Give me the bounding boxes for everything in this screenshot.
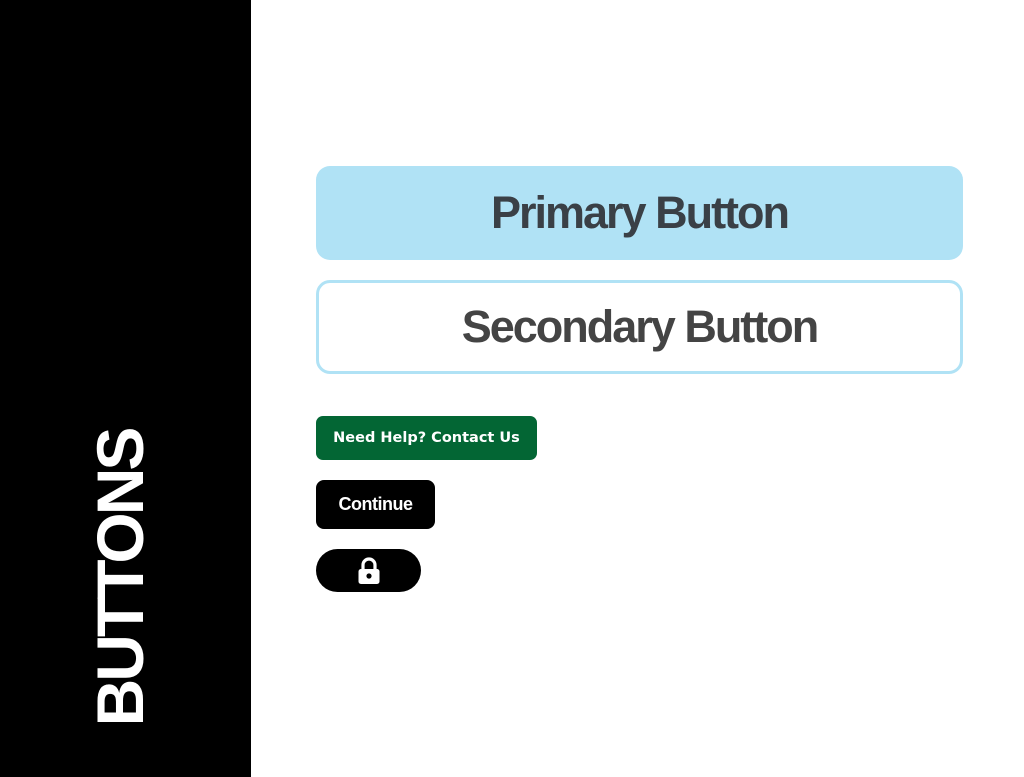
section-title: BUTTONS [83,429,157,727]
secondary-button[interactable]: Secondary Button [316,280,963,374]
continue-button[interactable]: Continue [316,480,435,529]
page: BUTTONS Primary Button Secondary Button … [0,0,1024,777]
primary-button[interactable]: Primary Button [316,166,963,260]
side-panel: BUTTONS [0,0,251,777]
lock-button[interactable] [316,549,421,592]
contact-us-button[interactable]: Need Help? Contact Us [316,416,537,460]
lock-icon [358,556,379,584]
